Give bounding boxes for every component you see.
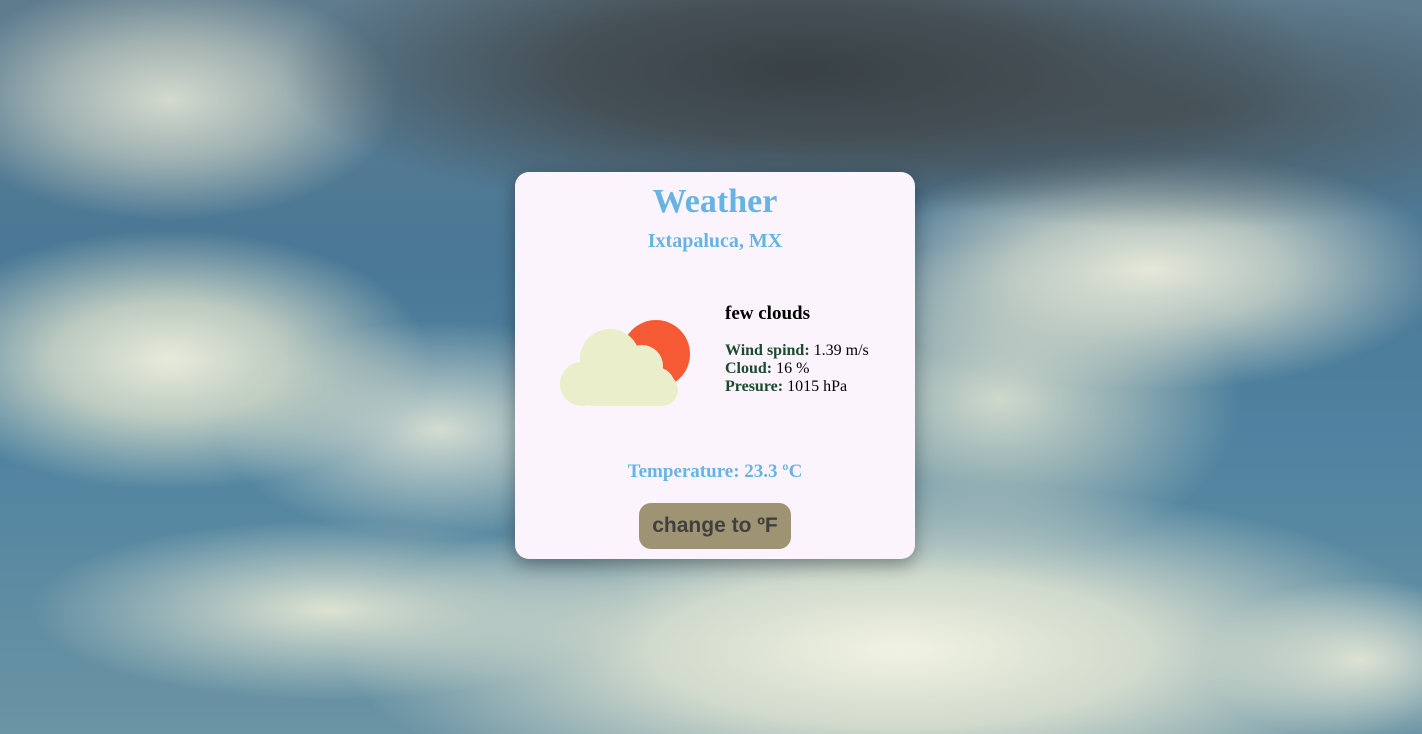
cloud-cover-row: Cloud: 16 %	[725, 360, 869, 378]
location-label: Ixtapaluca, MX	[647, 230, 783, 252]
weather-details: few clouds Wind spind: 1.39 m/s Cloud: 1…	[725, 302, 869, 396]
page-background: { "card": { "title": "Weather", "locatio…	[0, 0, 1422, 734]
pressure-value: 1015 hPa	[787, 378, 848, 395]
wind-speed-value: 1.39 m/s	[813, 342, 869, 359]
app-title: Weather	[652, 183, 778, 220]
cloud-cover-value: 16 %	[776, 360, 810, 377]
temperature-readout: Temperature: 23.3 ºC	[627, 461, 803, 482]
pressure-row: Presure: 1015 hPa	[725, 378, 869, 396]
wind-speed-label: Wind spind:	[725, 342, 810, 359]
wind-speed-row: Wind spind: 1.39 m/s	[725, 342, 869, 360]
weather-card: Weather Ixtapaluca, MX few clouds Wind s…	[515, 172, 915, 559]
change-unit-button[interactable]: change to ºF	[639, 503, 791, 549]
weather-description: few clouds	[725, 303, 810, 324]
few-clouds-icon	[560, 320, 690, 406]
pressure-label: Presure:	[725, 378, 784, 395]
cloud-cover-label: Cloud:	[725, 360, 773, 377]
